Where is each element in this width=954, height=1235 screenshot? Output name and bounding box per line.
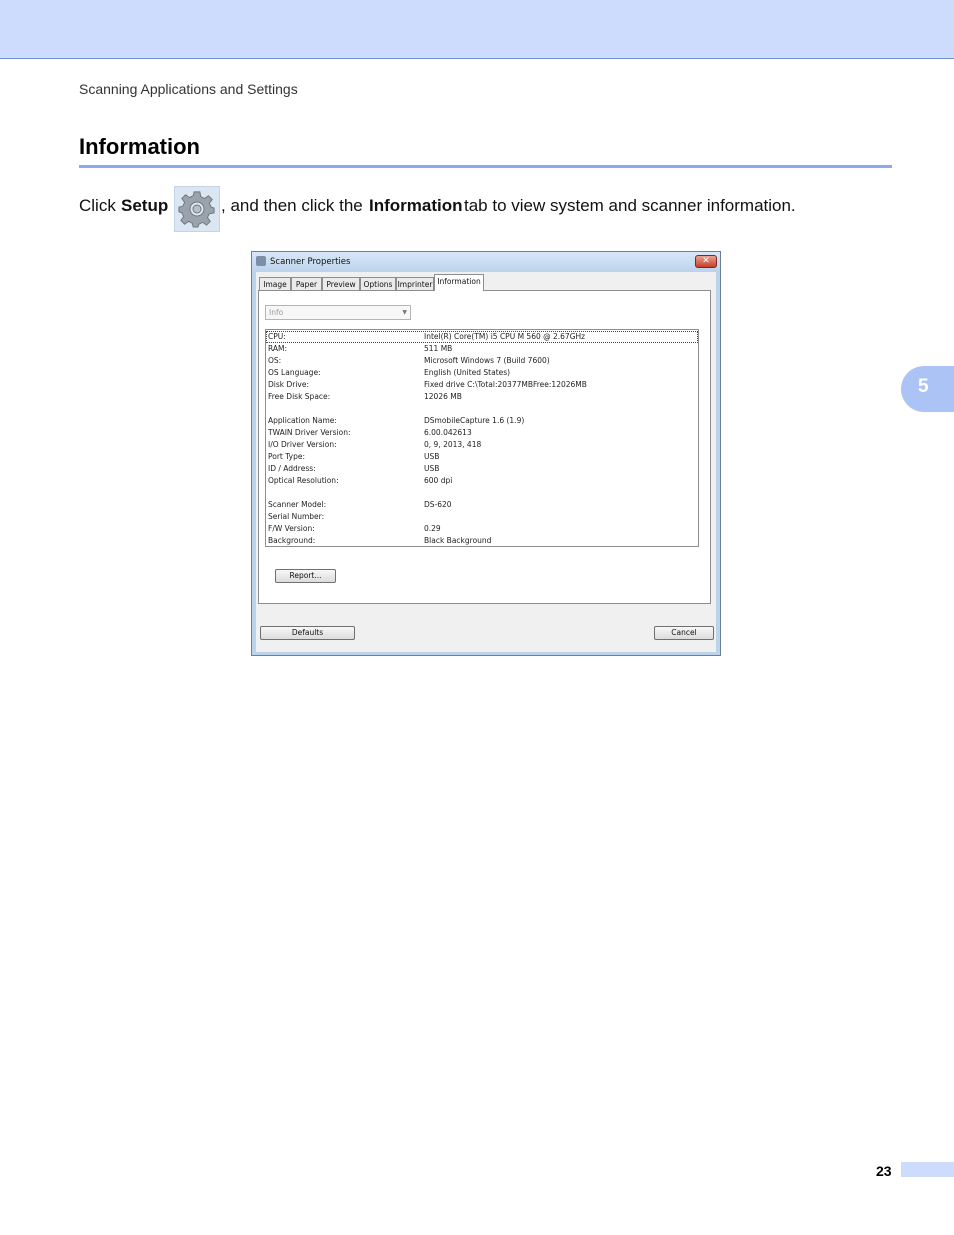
info-key: Scanner Model: (268, 500, 327, 509)
list-item[interactable]: F/W Version: 0.29 (266, 523, 698, 535)
info-value: DSmobileCapture 1.6 (1.9) (424, 416, 525, 425)
top-header-band (0, 0, 954, 59)
info-key: TWAIN Driver Version: (268, 428, 351, 437)
info-list[interactable]: CPU: Intel(R) Core(TM) i5 CPU M 560 @ 2.6… (265, 329, 699, 547)
list-item[interactable]: I/O Driver Version: 0, 9, 2013, 418 (266, 439, 698, 451)
tab-imprinter[interactable]: Imprinter (396, 277, 434, 290)
report-button[interactable]: Report... (275, 569, 336, 583)
tab-image[interactable]: Image (259, 277, 291, 290)
info-value: USB (424, 452, 440, 461)
list-item[interactable]: RAM: 511 MB (266, 343, 698, 355)
info-key: Optical Resolution: (268, 476, 339, 485)
info-key: ID / Address: (268, 464, 316, 473)
info-key: Application Name: (268, 416, 337, 425)
list-item[interactable]: Scanner Model: DS-620 (266, 499, 698, 511)
breadcrumb: Scanning Applications and Settings (79, 81, 298, 97)
tab-options[interactable]: Options (360, 277, 396, 290)
list-item[interactable]: Background: Black Background (266, 535, 698, 547)
list-item[interactable]: OS: Microsoft Windows 7 (Build 7600) (266, 355, 698, 367)
info-value: 6.00.042613 (424, 428, 472, 437)
instruction-setup: Setup (121, 196, 169, 215)
page-number: 23 (876, 1163, 892, 1179)
info-value: 0, 9, 2013, 418 (424, 440, 482, 449)
scanner-properties-dialog: Scanner Properties ✕ Image Paper Preview… (251, 251, 721, 656)
list-item[interactable]: Serial Number: (266, 511, 698, 523)
list-item[interactable]: Application Name: DSmobileCapture 1.6 (1… (266, 415, 698, 427)
info-value: Microsoft Windows 7 (Build 7600) (424, 356, 550, 365)
info-value: 0.29 (424, 524, 441, 533)
info-key: OS: (268, 356, 282, 365)
chapter-tab: 5 (901, 366, 954, 412)
instruction-paragraph: Click Setup , and then click the Informa… (79, 186, 892, 234)
list-item[interactable]: ID / Address: USB (266, 463, 698, 475)
info-key: OS Language: (268, 368, 321, 377)
info-value: 12026 MB (424, 392, 462, 401)
list-item[interactable]: CPU: Intel(R) Core(TM) i5 CPU M 560 @ 2.6… (266, 331, 698, 343)
info-value: Black Background (424, 536, 492, 545)
list-item[interactable]: Free Disk Space: 12026 MB (266, 391, 698, 403)
page-title: Information (79, 134, 200, 159)
list-item[interactable]: Disk Drive: Fixed drive C:\Total:20377MBF… (266, 379, 698, 391)
info-value: DS-620 (424, 500, 452, 509)
chapter-number: 5 (918, 376, 929, 397)
dialog-title: Scanner Properties (270, 257, 351, 267)
tab-preview[interactable]: Preview (322, 277, 360, 290)
chevron-down-icon: ▼ (402, 309, 407, 316)
instruction-text-1: Click (79, 196, 116, 215)
instruction-text-2: , and then click the (221, 196, 363, 215)
list-item[interactable]: Optical Resolution: 600 dpi (266, 475, 698, 487)
defaults-button[interactable]: Defaults (260, 626, 355, 640)
dialog-titlebar[interactable]: Scanner Properties ✕ (252, 252, 720, 272)
tab-paper[interactable]: Paper (291, 277, 322, 290)
info-dropdown[interactable]: Info ▼ (265, 305, 411, 320)
info-key: Background: (268, 536, 316, 545)
info-key: RAM: (268, 344, 288, 353)
instruction-information: Information (369, 196, 463, 215)
info-value: Fixed drive C:\Total:20377MBFree:12026MB (424, 380, 587, 389)
instruction-text-3: tab to view system and scanner informati… (464, 196, 796, 215)
info-value: USB (424, 464, 440, 473)
page-number-bar (901, 1162, 954, 1177)
setup-gear-icon (174, 186, 220, 232)
info-key: Port Type: (268, 452, 306, 461)
list-item[interactable]: OS Language: English (United States) (266, 367, 698, 379)
title-underline (79, 165, 892, 168)
list-item[interactable]: Port Type: USB (266, 451, 698, 463)
cancel-button[interactable]: Cancel (654, 626, 714, 640)
info-key: Free Disk Space: (268, 392, 331, 401)
info-key: CPU: (268, 332, 286, 341)
info-dropdown-value: Info (269, 308, 284, 317)
info-value: English (United States) (424, 368, 511, 377)
info-value: Intel(R) Core(TM) i5 CPU M 560 @ 2.67GHz (424, 332, 586, 341)
close-button[interactable]: ✕ (695, 255, 717, 268)
information-tab-panel: Info ▼ CPU: Intel(R) Core(TM) i5 CPU M 56… (258, 290, 711, 604)
info-key: Serial Number: (268, 512, 325, 521)
info-key: I/O Driver Version: (268, 440, 337, 449)
scanner-app-icon (256, 256, 266, 266)
info-key: Disk Drive: (268, 380, 310, 389)
list-item[interactable]: TWAIN Driver Version: 6.00.042613 (266, 427, 698, 439)
info-key: F/W Version: (268, 524, 315, 533)
dialog-client-area: Image Paper Preview Options Imprinter In… (256, 272, 716, 652)
info-value: 511 MB (424, 344, 453, 353)
tab-information[interactable]: Information (434, 274, 484, 291)
info-value: 600 dpi (424, 476, 453, 485)
